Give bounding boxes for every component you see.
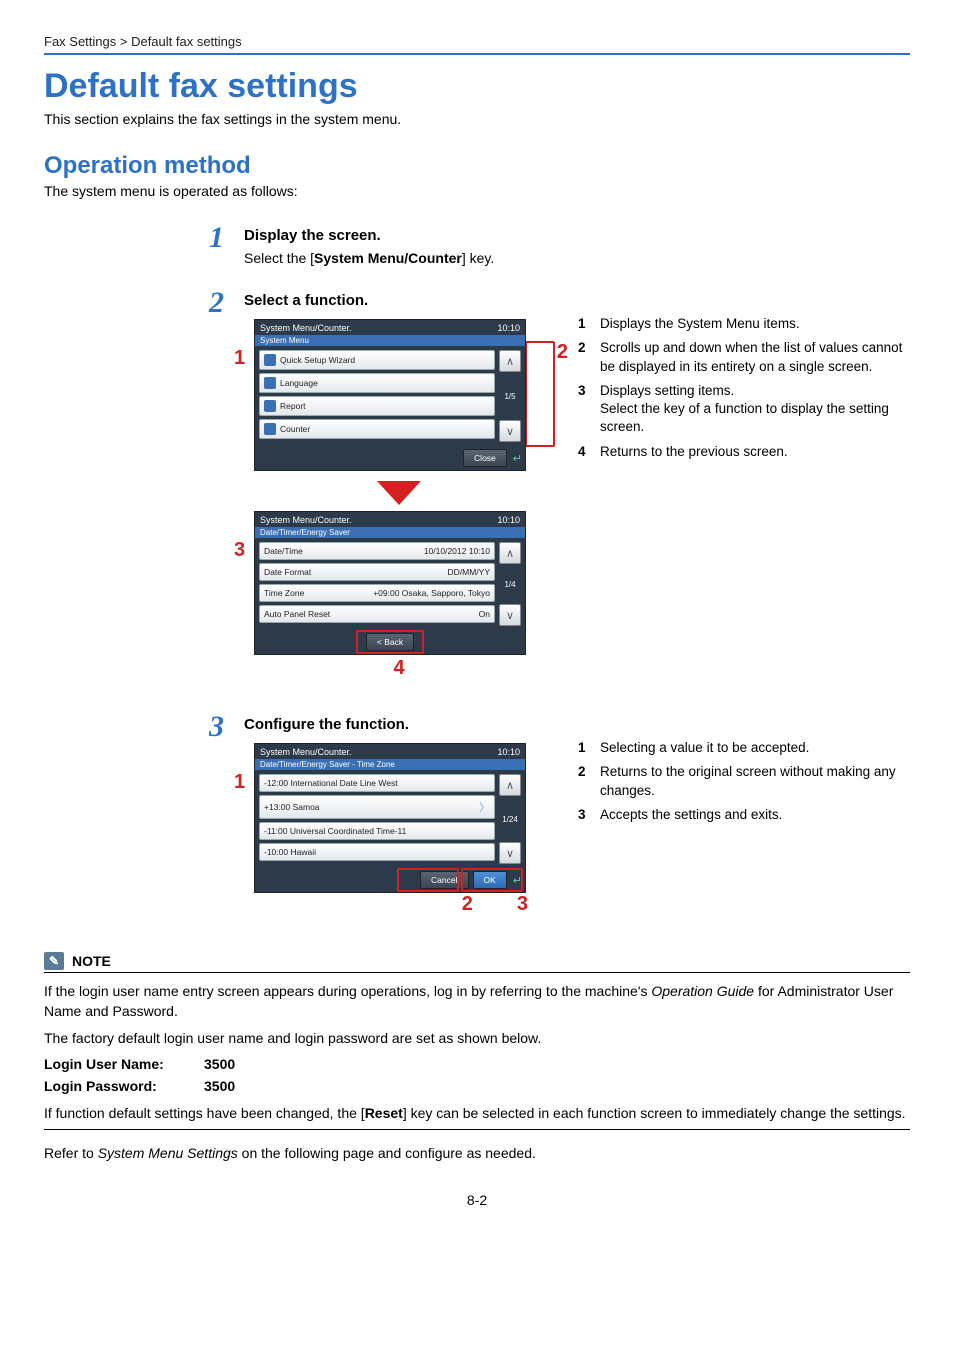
setting-date-format[interactable]: Date FormatDD/MM/YY <box>259 563 495 581</box>
tz-option-3[interactable]: -11:00 Universal Coordinated Time-11 <box>259 822 495 840</box>
legend-text: Returns to the previous screen. <box>600 443 910 461</box>
note-body: If the login user name entry screen appe… <box>44 981 910 1123</box>
enter-icon: ↵ <box>513 874 522 887</box>
callout-2b: 2 <box>462 893 473 916</box>
callout-box-2 <box>525 341 555 447</box>
scroll-down-button[interactable]: ∨ <box>499 842 521 864</box>
closing-text: Refer to System Menu Settings on the fol… <box>44 1144 910 1164</box>
legend-text: Accepts the settings and exits. <box>600 806 910 824</box>
screen2-subtitle: Date/Timer/Energy Saver <box>255 527 525 538</box>
screen3-subtitle: Date/Timer/Energy Saver - Time Zone <box>255 759 525 770</box>
login-pass-label: Login Password: <box>44 1076 204 1096</box>
screen3-time: 10:10 <box>497 747 520 757</box>
note-icon: ✎ <box>44 952 64 970</box>
scroll-down-button[interactable]: ∨ <box>499 604 521 626</box>
callout-1: 1 <box>234 347 245 370</box>
note-rule-bottom <box>44 1129 910 1130</box>
legend-num: 2 <box>578 763 600 799</box>
screen1-page-frac: 1/5 <box>504 392 515 401</box>
step-number-1: 1 <box>184 223 224 253</box>
screen2-time: 10:10 <box>497 515 520 525</box>
wizard-icon <box>264 354 276 366</box>
scroll-up-button[interactable]: ∧ <box>499 542 521 564</box>
menu-item-counter[interactable]: Counter <box>259 419 495 439</box>
page-title: Default fax settings <box>44 67 910 106</box>
callout-4: 4 <box>393 657 404 680</box>
step-3-heading: Configure the function. <box>244 716 910 733</box>
screen1-subtitle: System Menu <box>255 335 525 346</box>
counter-icon <box>264 423 276 435</box>
screen2-page-frac: 1/4 <box>504 580 515 589</box>
scroll-up-button[interactable]: ∧ <box>499 350 521 372</box>
callout-1b: 1 <box>234 771 245 794</box>
device-screen-3: System Menu/Counter. 10:10 Date/Timer/En… <box>254 743 526 893</box>
report-icon <box>264 400 276 412</box>
intro-text: This section explains the fax settings i… <box>44 110 910 130</box>
tz-option-1[interactable]: -12:00 International Date Line West <box>259 774 495 792</box>
page-number: 8-2 <box>44 1192 910 1208</box>
legend-num: 2 <box>578 339 600 375</box>
setting-time-zone[interactable]: Time Zone+09:00 Osaka, Sapporo, Tokyo <box>259 584 495 602</box>
screen1-title: System Menu/Counter. <box>260 323 352 333</box>
screen3-title: System Menu/Counter. <box>260 747 352 757</box>
scroll-down-button[interactable]: ∨ <box>499 420 521 442</box>
back-button[interactable]: < Back <box>366 633 414 651</box>
screen1-time: 10:10 <box>497 323 520 333</box>
legend-text: Scrolls up and down when the list of val… <box>600 339 910 375</box>
screen2-title: System Menu/Counter. <box>260 515 352 525</box>
ok-button[interactable]: OK <box>473 871 507 889</box>
down-arrow-icon <box>377 481 421 505</box>
callout-2: 2 <box>557 341 568 364</box>
screen3-page-frac: 1/24 <box>502 815 518 824</box>
legend-text: Returns to the original screen without m… <box>600 763 910 799</box>
step-1-text: Select the [System Menu/Counter] key. <box>244 250 910 266</box>
header-rule <box>44 53 910 55</box>
device-screen-2: System Menu/Counter. 10:10 Date/Timer/En… <box>254 511 526 655</box>
legend-num: 1 <box>578 739 600 757</box>
cancel-button[interactable]: Cancel <box>420 871 468 889</box>
callout-3b: 3 <box>517 893 528 916</box>
menu-item-report[interactable]: Report <box>259 396 495 416</box>
login-user-value: 3500 <box>204 1054 235 1074</box>
tz-option-2[interactable]: +13:00 Samoa〉 <box>259 795 495 819</box>
legend-text: Selecting a value it to be accepted. <box>600 739 910 757</box>
device-screen-1: System Menu/Counter. 10:10 System Menu Q… <box>254 319 526 471</box>
close-button[interactable]: Close <box>463 449 507 467</box>
step-1-heading: Display the screen. <box>244 227 910 244</box>
enter-icon: ↵ <box>513 452 522 465</box>
subintro-text: The system menu is operated as follows: <box>44 182 910 202</box>
legend-num: 3 <box>578 806 600 824</box>
login-pass-value: 3500 <box>204 1076 235 1096</box>
step-number-3: 3 <box>184 712 224 742</box>
login-user-label: Login User Name: <box>44 1054 204 1074</box>
globe-icon <box>264 377 276 389</box>
callout-3: 3 <box>234 539 245 562</box>
legend-num: 3 <box>578 382 600 437</box>
legend-text: Displays the System Menu items. <box>600 315 910 333</box>
legend-text: Displays setting items.Select the key of… <box>600 382 910 437</box>
legend-num: 4 <box>578 443 600 461</box>
menu-item-language[interactable]: Language <box>259 373 495 393</box>
note-heading: ✎ NOTE <box>44 952 910 970</box>
step-2-heading: Select a function. <box>244 292 910 309</box>
section-subtitle: Operation method <box>44 152 910 180</box>
setting-auto-panel-reset[interactable]: Auto Panel ResetOn <box>259 605 495 623</box>
scroll-up-button[interactable]: ∧ <box>499 774 521 796</box>
menu-item-quick-setup[interactable]: Quick Setup Wizard <box>259 350 495 370</box>
tz-option-4[interactable]: -10:00 Hawaii <box>259 843 495 861</box>
setting-date-time[interactable]: Date/Time10/10/2012 10:10 <box>259 542 495 560</box>
breadcrumb: Fax Settings > Default fax settings <box>44 34 910 49</box>
step-number-2: 2 <box>184 288 224 318</box>
legend-num: 1 <box>578 315 600 333</box>
chevron-right-icon: 〉 <box>479 799 490 815</box>
note-rule <box>44 972 910 973</box>
